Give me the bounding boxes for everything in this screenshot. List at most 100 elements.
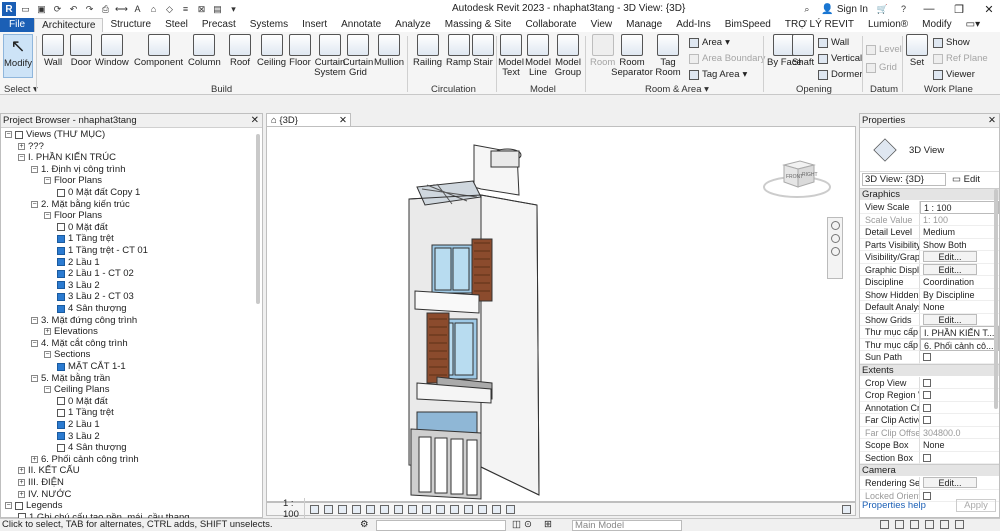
tab-insert[interactable]: Insert — [295, 18, 334, 32]
property-value[interactable]: None — [920, 301, 999, 314]
stair-button[interactable]: Stair — [472, 34, 494, 68]
properties-help-link[interactable]: Properties help — [862, 500, 926, 511]
close-icon[interactable]: ✕ — [251, 114, 259, 127]
save-icon[interactable]: ▣ — [35, 3, 48, 16]
collapse-icon[interactable]: − — [31, 316, 38, 324]
pan-icon[interactable] — [830, 247, 840, 256]
tree-item[interactable]: MẶT CẮT 1-1 — [57, 361, 126, 372]
property-value[interactable]: 6. Phối cảnh cô... — [920, 338, 999, 351]
default-3d-view-icon[interactable]: ⌂ — [147, 3, 160, 16]
help-icon[interactable]: ? — [897, 3, 910, 16]
checkbox-icon[interactable] — [923, 391, 931, 399]
property-edit-button[interactable]: Edit... — [920, 313, 999, 326]
grid-button[interactable]: Grid — [866, 62, 897, 73]
sync-icon[interactable]: ⟳ — [51, 3, 64, 16]
rendering-icon[interactable] — [366, 504, 375, 514]
section-icon[interactable]: ◇ — [163, 3, 176, 16]
scrollbar[interactable] — [994, 189, 998, 409]
mullion-button[interactable]: Mullion — [374, 34, 404, 68]
railing-button[interactable]: Railing — [413, 34, 442, 68]
component-button[interactable]: Component — [134, 34, 183, 68]
preview-visibility-icon[interactable] — [506, 504, 515, 514]
thin-lines-icon[interactable]: ≡ — [179, 3, 192, 16]
workset-select[interactable] — [376, 520, 506, 531]
ramp-button[interactable]: Ramp — [446, 34, 471, 68]
tab-analyze[interactable]: Analyze — [388, 18, 438, 32]
restore-icon[interactable]: ❐ — [948, 0, 970, 18]
tree-item[interactable]: + III. ĐIỆN — [18, 477, 64, 488]
expand-icon[interactable]: + — [31, 455, 38, 463]
column-button[interactable]: Column — [188, 34, 221, 68]
property-checkbox[interactable] — [920, 402, 999, 414]
modify-button[interactable]: ↖ Modify — [3, 34, 33, 78]
ceiling-button[interactable]: Ceiling — [257, 34, 286, 68]
tag-area-button[interactable]: Tag Area ▾ — [689, 69, 747, 80]
revit-logo-icon[interactable]: R — [2, 2, 16, 16]
type-selector[interactable]: 3D View — [860, 128, 999, 172]
tree-item[interactable]: − Floor Plans — [44, 210, 102, 221]
tab-systems[interactable]: Systems — [243, 18, 295, 32]
checkbox-icon[interactable] — [923, 403, 931, 412]
tree-item[interactable]: 1 Tầng trệt — [57, 407, 114, 418]
shadows-icon[interactable] — [352, 504, 361, 514]
collapse-icon[interactable]: − — [18, 154, 25, 162]
tab-annotate[interactable]: Annotate — [334, 18, 388, 32]
tree-item[interactable]: + IV. NƯỚC — [18, 489, 71, 500]
property-group-header[interactable]: Camera — [860, 464, 999, 476]
property-group-header[interactable]: Extents — [860, 363, 999, 376]
curtain-grid-button[interactable]: Curtain Grid — [343, 34, 373, 78]
property-value[interactable]: Coordination — [920, 276, 999, 289]
tree-item[interactable]: 0 Mặt đất — [57, 396, 108, 407]
collapse-icon[interactable]: − — [44, 351, 51, 359]
tree-item[interactable]: + II. KẾT CẤU — [18, 465, 80, 476]
checkbox-icon[interactable] — [923, 416, 931, 424]
tree-item[interactable]: −2. Mặt bằng kiến trúc — [31, 199, 130, 210]
checkbox-icon[interactable] — [923, 453, 931, 462]
editable-only-icon[interactable]: ◫ — [512, 519, 521, 531]
show-crop-icon[interactable] — [394, 504, 403, 514]
edit-button[interactable]: Edit... — [923, 477, 977, 488]
open-icon[interactable]: ▭ — [19, 3, 32, 16]
tab-file[interactable]: File — [0, 18, 35, 32]
minimize-icon[interactable]: — — [918, 0, 940, 18]
property-checkbox[interactable] — [920, 389, 999, 402]
tree-item[interactable]: −5. Mặt bằng trần — [31, 373, 110, 384]
property-checkbox[interactable] — [920, 351, 999, 364]
show-workplane-button[interactable]: Show — [933, 37, 970, 48]
property-edit-button[interactable]: Edit... — [920, 251, 999, 264]
roof-button[interactable]: Roof — [229, 34, 251, 68]
tree-item[interactable]: 4 Sân thượng — [57, 303, 127, 314]
apply-button[interactable]: Apply — [956, 499, 996, 512]
room-separator-button[interactable]: Room Separator — [611, 34, 653, 78]
set-workplane-button[interactable]: Set — [906, 34, 928, 68]
tree-item[interactable]: −1. Định vị công trình — [31, 164, 126, 175]
analytical-model-icon[interactable] — [464, 504, 473, 514]
tab-precast[interactable]: Precast — [195, 18, 243, 32]
shaft-button[interactable]: Shaft — [792, 34, 814, 68]
sun-path-icon[interactable] — [338, 504, 347, 514]
select-dropdown[interactable]: Select ▾ — [4, 84, 38, 95]
print-icon[interactable]: ⎙ — [99, 3, 112, 16]
level-button[interactable]: Level — [866, 44, 902, 55]
edit-button[interactable]: Edit... — [923, 251, 977, 262]
tree-item[interactable]: − Floor Plans — [44, 175, 102, 186]
tab-massing-site[interactable]: Massing & Site — [438, 18, 519, 32]
worksets-icon[interactable]: ⚙ — [360, 519, 369, 531]
tree-item[interactable]: − Views (THƯ MỤC) — [5, 129, 105, 140]
collapse-icon[interactable]: − — [31, 339, 38, 347]
text-icon[interactable]: A — [131, 3, 144, 16]
worksharing-display-icon[interactable] — [450, 504, 459, 514]
reveal-constraints-icon[interactable] — [492, 504, 501, 514]
expand-icon[interactable]: + — [18, 467, 25, 475]
tag-room-button[interactable]: Tag Room — [655, 34, 681, 78]
undo-icon[interactable]: ↶ — [67, 3, 80, 16]
tree-item[interactable]: 3 Lầu 2 — [57, 431, 100, 442]
property-value[interactable]: Show Both — [920, 239, 999, 251]
collapse-icon[interactable]: − — [31, 200, 38, 208]
wall-opening-button[interactable]: Wall — [818, 37, 849, 48]
model-line-button[interactable]: Model Line — [525, 34, 551, 78]
property-checkbox[interactable] — [920, 377, 999, 389]
filter-icon[interactable] — [955, 520, 964, 529]
checkbox-icon[interactable] — [923, 378, 931, 387]
tab-bimspeed[interactable]: BimSpeed — [718, 18, 778, 32]
